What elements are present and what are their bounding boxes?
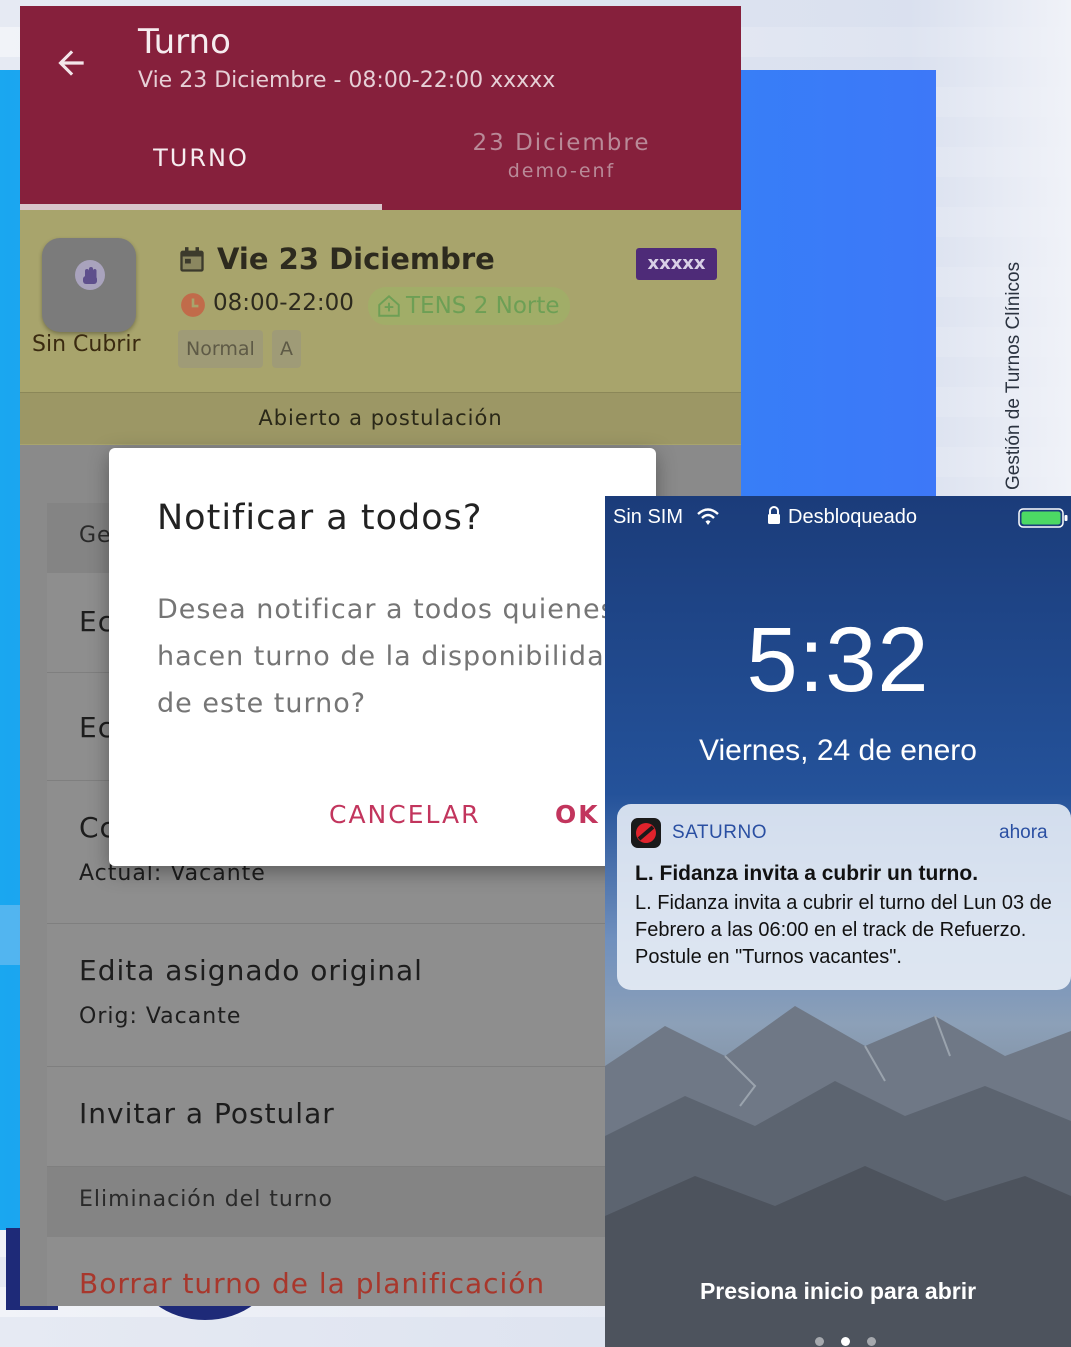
- shift-date: Vie 23 Diciembre: [217, 242, 495, 276]
- row-subtitle: Orig: Vacante: [79, 1004, 242, 1029]
- shift-code-badge: xxxxx: [636, 248, 717, 280]
- place-chip: TENS 2 Norte: [368, 287, 570, 325]
- clock-icon: [181, 293, 205, 317]
- raised-hand-icon: [75, 260, 105, 290]
- page-dot: [815, 1337, 824, 1346]
- dialog-message: Desea notificar a todos quienes hacen tu…: [157, 594, 623, 719]
- battery-icon: [1018, 508, 1068, 528]
- row-title: Edita asignado original: [79, 954, 423, 987]
- notification-body: L. Fidanza invita a cubrir el turno del …: [635, 892, 1052, 968]
- notification-time: ahora: [999, 822, 1048, 843]
- saturno-app-icon: [631, 818, 661, 848]
- app-header: Turno Vie 23 Diciembre - 08:00-22:00 xxx…: [20, 6, 741, 210]
- carrier-label: Sin SIM: [613, 506, 684, 528]
- tab-date-user[interactable]: 23 Diciembre demo-enf: [382, 126, 741, 210]
- lock-status: Desbloqueado: [788, 506, 917, 528]
- tag-a: A: [272, 330, 301, 368]
- open-status-bar: Abierto a postulación: [20, 392, 741, 444]
- section-header-label: Eliminación del turno: [79, 1187, 333, 1212]
- page-subtitle: Vie 23 Diciembre - 08:00-22:00 xxxxx: [138, 68, 556, 93]
- slide-side-title: Gestión de Turnos Clínicos: [1003, 261, 1024, 490]
- status-label: Sin Cubrir: [32, 332, 141, 357]
- notify-dialog: Notificar a todos? Desea notificar a tod…: [109, 448, 656, 866]
- place-label: TENS 2 Norte: [406, 293, 560, 319]
- tab-user-label: demo-enf: [507, 160, 616, 182]
- clock-date: Viernes, 24 de enero: [699, 734, 977, 767]
- tag-normal: Normal: [178, 330, 263, 368]
- notification-title: L. Fidanza invita a cubrir un turno.: [635, 862, 979, 885]
- calendar-icon: [180, 247, 204, 272]
- notification-app-name: SATURNO: [672, 822, 767, 843]
- shift-time: 08:00-22:00: [213, 290, 354, 316]
- page-dot-active: [841, 1337, 850, 1346]
- row-title: Invitar a Postular: [79, 1097, 335, 1130]
- section-header-label: Ge: [79, 523, 112, 548]
- hospital-icon: [378, 294, 400, 317]
- camera-dot-icon: [867, 1337, 876, 1346]
- ok-button[interactable]: OK: [555, 800, 600, 829]
- page-title: Turno: [138, 22, 231, 62]
- cancel-button[interactable]: CANCELAR: [329, 800, 481, 829]
- tab-turno[interactable]: TURNO: [20, 126, 382, 210]
- dialog-title: Notificar a todos?: [157, 498, 483, 538]
- delete-shift-label: Borrar turno de la planificación: [79, 1267, 546, 1300]
- clock-time: 5:32: [746, 609, 930, 711]
- lock-screen: Sin SIM Desbloqueado 5:32 Viernes, 24 de…: [605, 496, 1071, 1347]
- tab-date-label: 23 Diciembre: [472, 130, 651, 156]
- arrow-left-icon[interactable]: [52, 44, 90, 82]
- padlock-icon: [768, 506, 780, 524]
- wifi-icon: [697, 508, 719, 525]
- unlock-hint: Presiona inicio para abrir: [699, 1278, 977, 1304]
- push-notification[interactable]: SATURNO ahora L. Fidanza invita a cubrir…: [617, 804, 1071, 990]
